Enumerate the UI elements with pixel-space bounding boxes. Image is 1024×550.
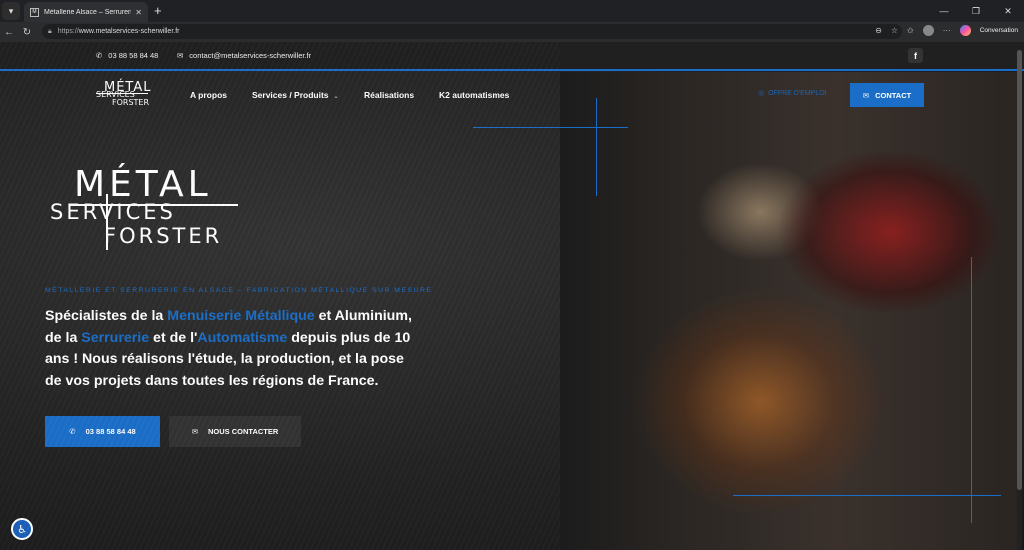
profile-avatar[interactable] [922,25,934,36]
hero-logo: MÉTAL SERVICES FORSTER [48,164,248,254]
copilot-icon[interactable] [959,25,971,36]
deco-line [473,127,628,128]
logo-small-line3: FORSTER [112,98,150,107]
address-bar-row: ← ↻ 🔒︎ https:// www.metalservices-scherw… [0,22,1024,42]
header-contact-button[interactable]: ✉ CONTACT [850,83,924,107]
scrollbar-thumb[interactable] [1017,50,1022,490]
page-scrollbar[interactable] [1017,50,1022,550]
topbar-phone[interactable]: ✆ 03 88 58 84 48 [96,51,158,60]
window-controls: — ❐ ✕ [928,0,1024,22]
job-offer-label: OFFRE D'EMPLOI [768,89,827,97]
close-window-icon[interactable]: ✕ [992,0,1024,22]
hero-phone-button[interactable]: ✆ 03 88 58 84 48 [45,416,160,447]
lead-highlight: Menuiserie Métallique [167,308,315,324]
logo-big-line2: SERVICES [50,200,176,224]
accessibility-icon[interactable]: ♿︎ [11,518,33,540]
logo-big-line1: MÉTAL [74,164,212,205]
phone-icon: ✆ [96,51,103,60]
header-logo[interactable]: MÉTAL SERVICES FORSTER [96,80,152,108]
nav-item-services[interactable]: Services / Produits ⌄ [252,90,339,100]
top-contact-strip: ✆ 03 88 58 84 48 ✉ contact@metalservices… [0,42,1024,71]
mail-icon: ✉ [177,51,184,60]
logo-big-line3: FORSTER [104,224,223,248]
facebook-icon[interactable]: f [908,48,923,63]
conversation-label[interactable]: Conversation [980,27,1018,34]
favicon-icon: M [30,7,39,17]
browser-toolbar-right: ⊖ ☆ ✩ ··· Conversation [875,25,1018,36]
tab-title: Métallerie Alsace – Serrurerie & C [44,8,131,16]
new-tab-button[interactable]: + [154,3,162,18]
browser-tab[interactable]: M Métallerie Alsace – Serrurerie & C ✕ [24,2,148,22]
webpage: ✆ 03 88 58 84 48 ✉ contact@metalservices… [0,42,1024,550]
topbar-email[interactable]: ✉ contact@metalservices-scherwiller.fr [177,51,311,60]
url-prefix: https:// [57,28,79,35]
lead-highlight: Automatisme [197,329,288,346]
tab-menu-icon[interactable]: ▾ [2,2,20,20]
job-offer-link[interactable]: ◎ OFFRE D'EMPLOI [758,89,827,98]
lock-icon: 🔒︎ [48,27,52,35]
zoom-icon[interactable]: ⊖ [875,26,882,35]
hero-tagline: MÉTALLERIE ET SERRURERIE EN ALSACE – FAB… [45,287,433,294]
globe-icon: ◎ [758,90,765,97]
lead-text: et de l' [149,329,198,346]
url-field[interactable]: 🔒︎ https:// www.metalservices-scherwille… [42,24,902,39]
browser-tabbar: ▾ M Métallerie Alsace – Serrurerie & C ✕… [0,0,1024,22]
topbar-phone-text: 03 88 58 84 48 [108,51,159,60]
header-contact-label: CONTACT [875,90,912,100]
topbar-email-text: contact@metalservices-scherwiller.fr [189,51,312,60]
favorite-star-icon[interactable]: ☆ [891,26,898,35]
nav-item-services-label: Services / Produits [252,90,329,100]
hero-phone-label: 03 88 58 84 48 [85,427,136,436]
welding-photo [560,72,1020,550]
url-host: www.metalservices-scherwiller.fr [78,28,180,35]
restore-icon[interactable]: ❐ [960,0,992,22]
reload-icon[interactable]: ↻ [18,27,36,38]
close-tab-icon[interactable]: ✕ [135,8,142,17]
favorites-icon[interactable]: ✩ [907,26,914,35]
nav-item-realisations[interactable]: Réalisations [364,90,414,100]
mail-icon: ✉ [191,427,198,436]
nav-item-apropos[interactable]: A propos [190,90,227,100]
hero-contact-button[interactable]: ✉ NOUS CONTACTER [169,416,301,447]
minimize-icon[interactable]: — [928,0,960,22]
hero-contact-label: NOUS CONTACTER [208,427,279,436]
hero-lead: Spécialistes de la Menuiserie Métallique… [45,306,415,392]
lead-highlight: Serrurerie [81,329,150,346]
deco-line [971,257,972,523]
mail-icon: ✉ [862,90,870,100]
chevron-down-icon: ⌄ [333,94,339,100]
deco-line [733,495,1001,496]
phone-icon: ✆ [69,427,76,436]
nav-item-k2[interactable]: K2 automatismes [439,90,509,100]
deco-line [596,98,597,196]
back-icon[interactable]: ← [0,27,18,38]
more-icon[interactable]: ··· [943,26,951,35]
lead-text: Spécialistes de la [45,308,168,324]
